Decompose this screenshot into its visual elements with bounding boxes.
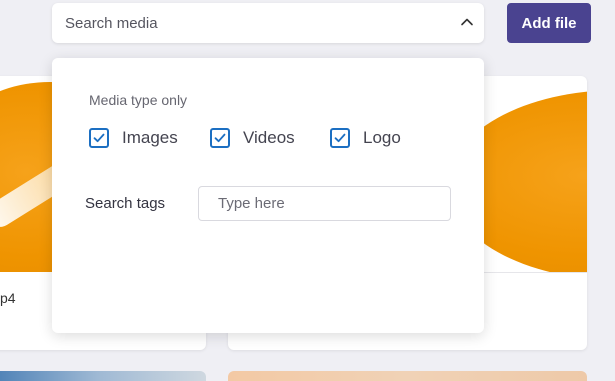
images-checkbox[interactable] xyxy=(89,128,109,148)
videos-checkbox[interactable] xyxy=(210,128,230,148)
search-media-dropdown[interactable]: Search media xyxy=(52,3,484,43)
images-label: Images xyxy=(122,128,178,147)
media-type-logo-option[interactable]: Logo xyxy=(330,126,401,150)
chevron-up-icon[interactable] xyxy=(460,15,474,29)
search-filter-panel: Media type only Images Videos Logo Searc… xyxy=(52,58,484,333)
media-card-partial[interactable] xyxy=(228,371,587,381)
checkmark-icon xyxy=(334,133,346,143)
videos-label: Videos xyxy=(243,128,295,147)
media-type-heading: Media type only xyxy=(89,92,188,108)
media-type-images-option[interactable]: Images xyxy=(89,126,178,150)
media-type-videos-option[interactable]: Videos xyxy=(210,126,295,150)
search-media-label: Search media xyxy=(65,15,158,32)
media-card-partial[interactable] xyxy=(0,371,206,381)
add-file-button[interactable]: Add file xyxy=(507,3,591,43)
checkmark-icon xyxy=(214,133,226,143)
logo-label: Logo xyxy=(363,128,401,147)
logo-checkbox[interactable] xyxy=(330,128,350,148)
media-card-title: p4 xyxy=(0,290,16,306)
search-tags-input[interactable] xyxy=(198,186,451,221)
search-tags-label: Search tags xyxy=(85,195,166,212)
checkmark-icon xyxy=(93,133,105,143)
